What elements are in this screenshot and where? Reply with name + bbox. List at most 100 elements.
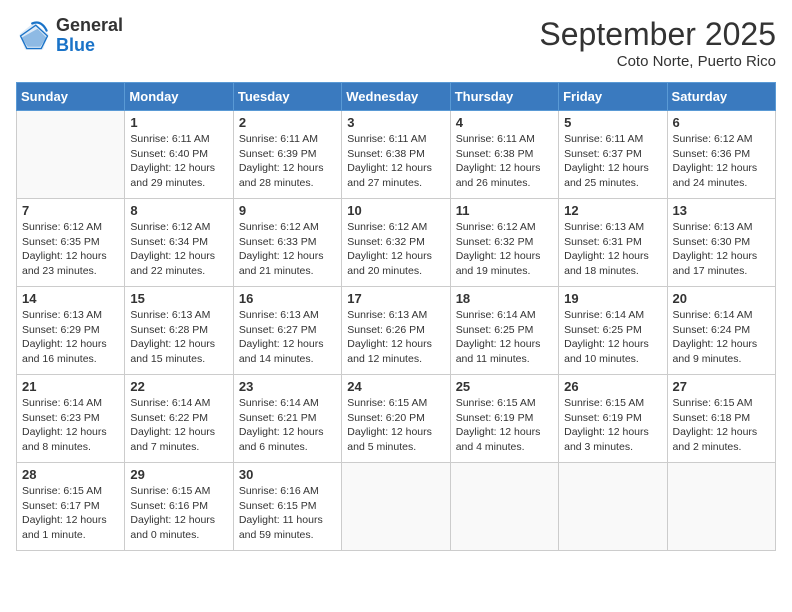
day-number: 6 xyxy=(673,115,770,130)
day-info: Sunrise: 6:11 AM Sunset: 6:39 PM Dayligh… xyxy=(239,132,336,191)
day-info: Sunrise: 6:11 AM Sunset: 6:38 PM Dayligh… xyxy=(347,132,444,191)
weekday-header-wednesday: Wednesday xyxy=(342,83,450,111)
weekday-header-thursday: Thursday xyxy=(450,83,558,111)
calendar-cell: 14 Sunrise: 6:13 AM Sunset: 6:29 PM Dayli… xyxy=(17,287,125,375)
day-number: 22 xyxy=(130,379,227,394)
calendar-cell: 15Sunrise: 6:13 AM Sunset: 6:28 PM Dayli… xyxy=(125,287,233,375)
calendar-cell: 17 Sunrise: 6:13 AM Sunset: 6:26 PM Dayli… xyxy=(342,287,450,375)
week-row-4: 21 Sunrise: 6:14 AM Sunset: 6:23 PM Dayli… xyxy=(17,375,776,463)
month-title: September 2025 xyxy=(539,16,776,53)
calendar-cell xyxy=(342,463,450,551)
day-info: Sunrise: 6:15 AM Sunset: 6:19 PM Dayligh… xyxy=(456,396,553,455)
day-number: 23 xyxy=(239,379,336,394)
calendar-cell: 1Sunrise: 6:11 AM Sunset: 6:40 PM Daylig… xyxy=(125,111,233,199)
day-info: Sunrise: 6:15 AM Sunset: 6:16 PM Dayligh… xyxy=(130,484,227,543)
day-info: Sunrise: 6:15 AM Sunset: 6:20 PM Dayligh… xyxy=(347,396,444,455)
calendar-cell: 21 Sunrise: 6:14 AM Sunset: 6:23 PM Dayli… xyxy=(17,375,125,463)
logo-blue: Blue xyxy=(56,36,123,56)
calendar-cell xyxy=(450,463,558,551)
day-info: Sunrise: 6:14 AM Sunset: 6:22 PM Dayligh… xyxy=(130,396,227,455)
calendar-cell: 30 Sunrise: 6:16 AM Sunset: 6:15 PM Dayli… xyxy=(233,463,341,551)
weekday-header-row: SundayMondayTuesdayWednesdayThursdayFrid… xyxy=(17,83,776,111)
calendar-cell: 2 Sunrise: 6:11 AM Sunset: 6:39 PM Daylig… xyxy=(233,111,341,199)
day-number: 18 xyxy=(456,291,553,306)
day-number: 2 xyxy=(239,115,336,130)
calendar-cell: 4 Sunrise: 6:11 AM Sunset: 6:38 PM Daylig… xyxy=(450,111,558,199)
day-info: Sunrise: 6:11 AM Sunset: 6:37 PM Dayligh… xyxy=(564,132,661,191)
calendar-cell: 11Sunrise: 6:12 AM Sunset: 6:32 PM Dayli… xyxy=(450,199,558,287)
day-info: Sunrise: 6:12 AM Sunset: 6:32 PM Dayligh… xyxy=(456,220,553,279)
day-info: Sunrise: 6:13 AM Sunset: 6:30 PM Dayligh… xyxy=(673,220,770,279)
calendar-table: SundayMondayTuesdayWednesdayThursdayFrid… xyxy=(16,82,776,551)
calendar-cell: 6Sunrise: 6:12 AM Sunset: 6:36 PM Daylig… xyxy=(667,111,775,199)
day-number: 3 xyxy=(347,115,444,130)
calendar-cell: 22 Sunrise: 6:14 AM Sunset: 6:22 PM Dayli… xyxy=(125,375,233,463)
calendar-cell: 18Sunrise: 6:14 AM Sunset: 6:25 PM Dayli… xyxy=(450,287,558,375)
day-number: 28 xyxy=(22,467,119,482)
day-info: Sunrise: 6:13 AM Sunset: 6:27 PM Dayligh… xyxy=(239,308,336,367)
calendar-cell: 27Sunrise: 6:15 AM Sunset: 6:18 PM Dayli… xyxy=(667,375,775,463)
day-info: Sunrise: 6:14 AM Sunset: 6:23 PM Dayligh… xyxy=(22,396,119,455)
calendar-cell: 8 Sunrise: 6:12 AM Sunset: 6:34 PM Daylig… xyxy=(125,199,233,287)
week-row-3: 14 Sunrise: 6:13 AM Sunset: 6:29 PM Dayli… xyxy=(17,287,776,375)
day-number: 25 xyxy=(456,379,553,394)
day-info: Sunrise: 6:13 AM Sunset: 6:31 PM Dayligh… xyxy=(564,220,661,279)
calendar-cell: 25 Sunrise: 6:15 AM Sunset: 6:19 PM Dayli… xyxy=(450,375,558,463)
day-number: 30 xyxy=(239,467,336,482)
weekday-header-saturday: Saturday xyxy=(667,83,775,111)
day-info: Sunrise: 6:15 AM Sunset: 6:18 PM Dayligh… xyxy=(673,396,770,455)
calendar-cell: 12 Sunrise: 6:13 AM Sunset: 6:31 PM Dayli… xyxy=(559,199,667,287)
day-info: Sunrise: 6:13 AM Sunset: 6:26 PM Dayligh… xyxy=(347,308,444,367)
day-info: Sunrise: 6:12 AM Sunset: 6:32 PM Dayligh… xyxy=(347,220,444,279)
day-info: Sunrise: 6:12 AM Sunset: 6:34 PM Dayligh… xyxy=(130,220,227,279)
calendar-cell: 7Sunrise: 6:12 AM Sunset: 6:35 PM Daylig… xyxy=(17,199,125,287)
weekday-header-tuesday: Tuesday xyxy=(233,83,341,111)
weekday-header-sunday: Sunday xyxy=(17,83,125,111)
day-number: 20 xyxy=(673,291,770,306)
week-row-5: 28 Sunrise: 6:15 AM Sunset: 6:17 PM Dayli… xyxy=(17,463,776,551)
day-number: 24 xyxy=(347,379,444,394)
day-number: 16 xyxy=(239,291,336,306)
day-info: Sunrise: 6:15 AM Sunset: 6:19 PM Dayligh… xyxy=(564,396,661,455)
calendar-cell: 20Sunrise: 6:14 AM Sunset: 6:24 PM Dayli… xyxy=(667,287,775,375)
day-number: 5 xyxy=(564,115,661,130)
calendar-cell xyxy=(17,111,125,199)
day-number: 12 xyxy=(564,203,661,218)
day-number: 21 xyxy=(22,379,119,394)
day-info: Sunrise: 6:14 AM Sunset: 6:21 PM Dayligh… xyxy=(239,396,336,455)
calendar-cell: 10 Sunrise: 6:12 AM Sunset: 6:32 PM Dayli… xyxy=(342,199,450,287)
day-info: Sunrise: 6:12 AM Sunset: 6:35 PM Dayligh… xyxy=(22,220,119,279)
calendar-cell: 3 Sunrise: 6:11 AM Sunset: 6:38 PM Daylig… xyxy=(342,111,450,199)
week-row-1: 1Sunrise: 6:11 AM Sunset: 6:40 PM Daylig… xyxy=(17,111,776,199)
weekday-header-friday: Friday xyxy=(559,83,667,111)
logo-text: General Blue xyxy=(56,16,123,56)
day-number: 14 xyxy=(22,291,119,306)
calendar-cell: 5 Sunrise: 6:11 AM Sunset: 6:37 PM Daylig… xyxy=(559,111,667,199)
week-row-2: 7Sunrise: 6:12 AM Sunset: 6:35 PM Daylig… xyxy=(17,199,776,287)
day-info: Sunrise: 6:15 AM Sunset: 6:17 PM Dayligh… xyxy=(22,484,119,543)
day-info: Sunrise: 6:11 AM Sunset: 6:38 PM Dayligh… xyxy=(456,132,553,191)
calendar-cell: 13 Sunrise: 6:13 AM Sunset: 6:30 PM Dayli… xyxy=(667,199,775,287)
day-number: 17 xyxy=(347,291,444,306)
calendar-cell: 29Sunrise: 6:15 AM Sunset: 6:16 PM Dayli… xyxy=(125,463,233,551)
day-number: 4 xyxy=(456,115,553,130)
day-number: 10 xyxy=(347,203,444,218)
day-number: 15 xyxy=(130,291,227,306)
calendar-cell: 16 Sunrise: 6:13 AM Sunset: 6:27 PM Dayli… xyxy=(233,287,341,375)
calendar-cell xyxy=(667,463,775,551)
calendar-cell: 28 Sunrise: 6:15 AM Sunset: 6:17 PM Dayli… xyxy=(17,463,125,551)
day-number: 26 xyxy=(564,379,661,394)
location-subtitle: Coto Norte, Puerto Rico xyxy=(539,53,776,70)
day-info: Sunrise: 6:14 AM Sunset: 6:25 PM Dayligh… xyxy=(564,308,661,367)
day-number: 13 xyxy=(673,203,770,218)
calendar-cell: 23 Sunrise: 6:14 AM Sunset: 6:21 PM Dayli… xyxy=(233,375,341,463)
day-number: 8 xyxy=(130,203,227,218)
title-block: September 2025 Coto Norte, Puerto Rico xyxy=(539,16,776,70)
calendar-cell xyxy=(559,463,667,551)
day-number: 19 xyxy=(564,291,661,306)
calendar-cell: 19 Sunrise: 6:14 AM Sunset: 6:25 PM Dayli… xyxy=(559,287,667,375)
day-info: Sunrise: 6:13 AM Sunset: 6:29 PM Dayligh… xyxy=(22,308,119,367)
day-info: Sunrise: 6:16 AM Sunset: 6:15 PM Dayligh… xyxy=(239,484,336,543)
logo-general: General xyxy=(56,16,123,36)
calendar-cell: 26 Sunrise: 6:15 AM Sunset: 6:19 PM Dayli… xyxy=(559,375,667,463)
